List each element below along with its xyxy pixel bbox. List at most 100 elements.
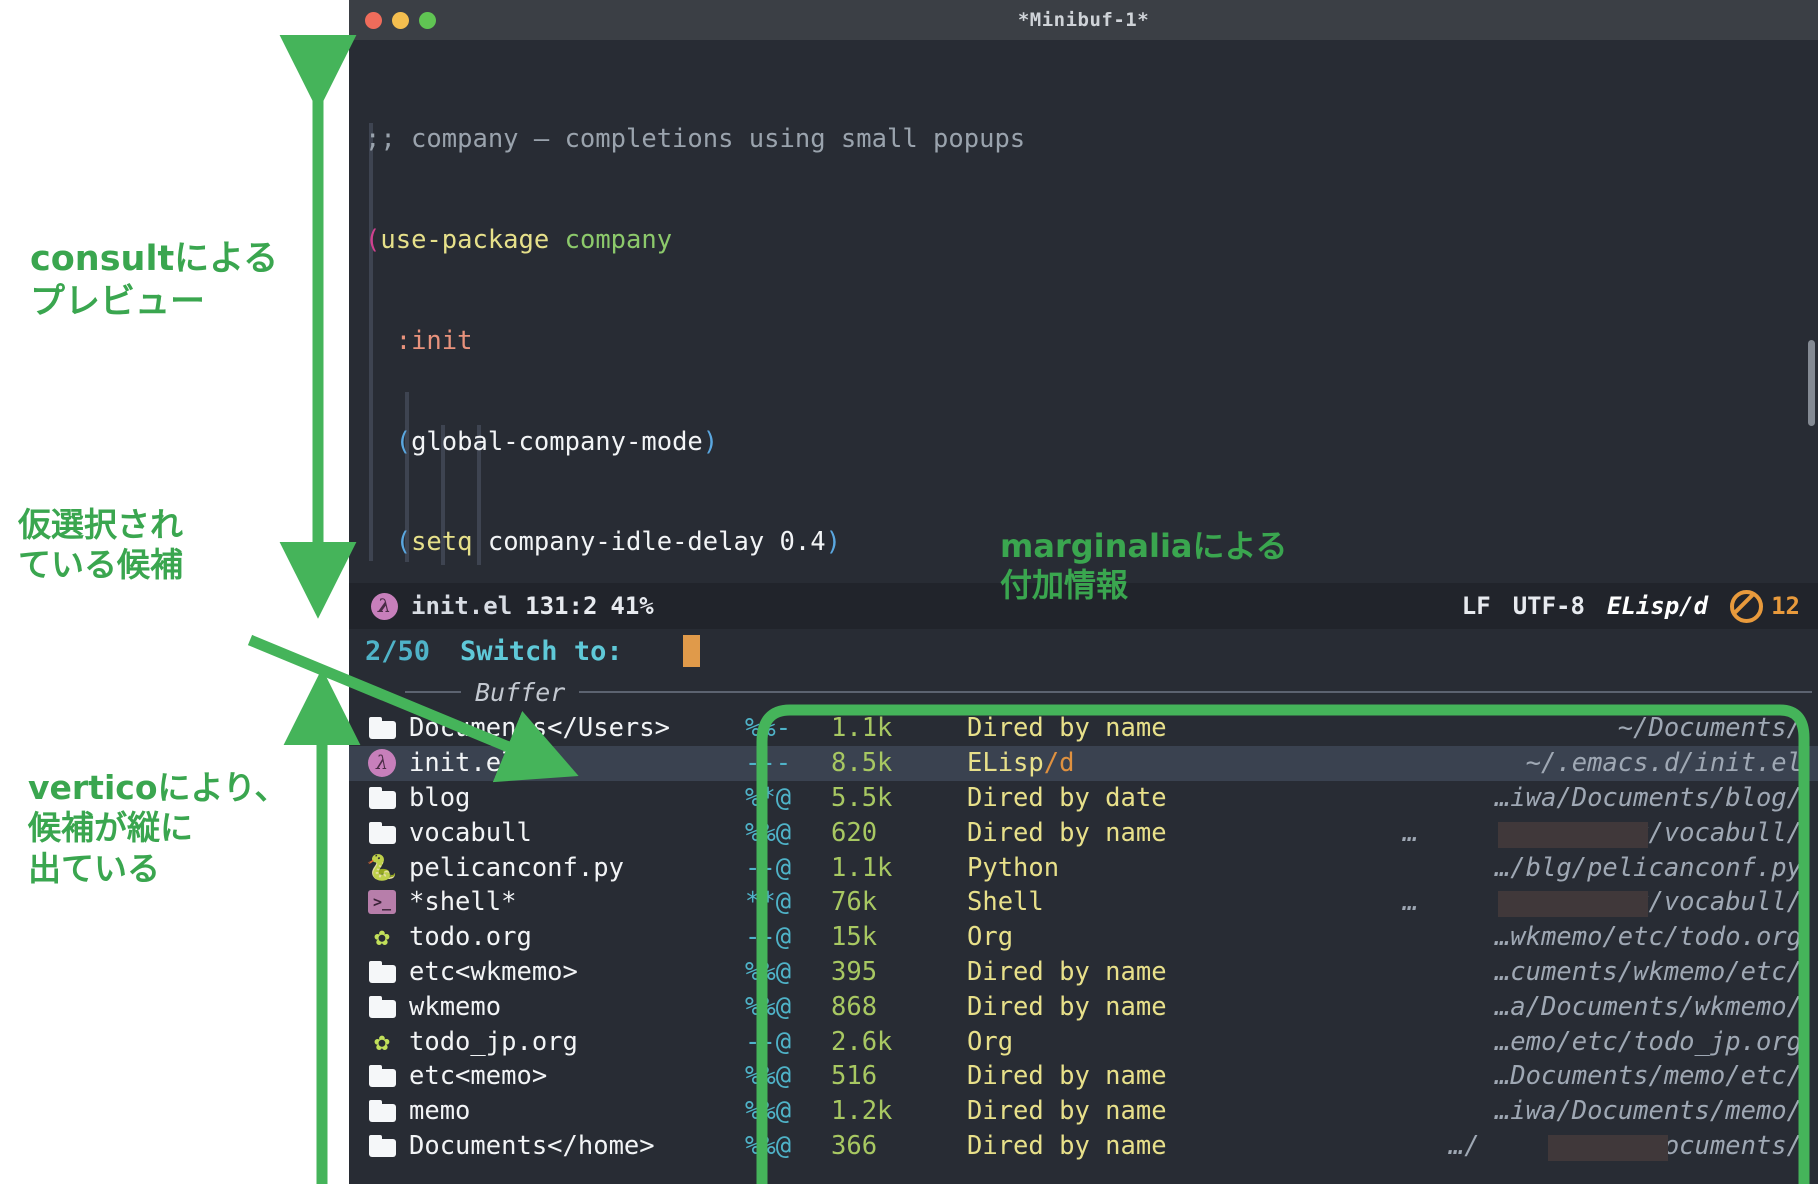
candidate-mode: Shell — [967, 887, 1044, 918]
candidate-name: todo_jp.org — [409, 1026, 578, 1057]
candidate-path: …wkmemo/etc/todo.org — [1494, 922, 1802, 953]
annotation-consult-preview: consultによる プレビュー — [30, 239, 279, 322]
candidate-mode: Org — [967, 1026, 1014, 1057]
group-label: Buffer — [475, 677, 566, 707]
annotation-vertico-vertical: verticoにより、 候補が縦に 出ている — [28, 768, 288, 888]
candidate-path: … /py/vocabull/ — [1402, 817, 1802, 848]
candidate-name: memo — [409, 1096, 471, 1127]
shell-icon: >_ — [368, 890, 396, 915]
candidate-path: ~/Documents/ — [1617, 713, 1802, 744]
candidate-row[interactable]: >_ *shell* **@ 76k Shell … /py/vocabull/ — [349, 885, 1818, 920]
candidate-icon — [365, 1134, 399, 1157]
candidate-path: …iwa/Documents/memo/ — [1494, 1096, 1802, 1127]
modeline-major-mode: ELisp/d — [1606, 592, 1709, 620]
candidate-row[interactable]: Documents</Users> %%- 1.1k Dired by name ~/D… — [349, 711, 1818, 746]
candidate-icon: λ — [365, 749, 399, 778]
redaction-block — [1548, 1134, 1668, 1161]
annotation-tentative-candidate: 仮選択され ている候補 — [18, 505, 183, 585]
candidate-name: etc<wkmemo> — [409, 956, 578, 987]
modeline-eol: LF — [1461, 592, 1491, 620]
candidate-row[interactable]: blog %*@ 5.5k Dired by date …iwa/Documents/b… — [349, 781, 1818, 816]
error-badge[interactable]: 12 — [1730, 589, 1800, 623]
candidate-icon: >_ — [365, 890, 399, 915]
candidate-row[interactable]: λ init.el --- 8.5k ELisp/d ~/.emacs.d/init.el — [349, 745, 1818, 781]
candidate-mode: Dired by name — [967, 713, 1167, 744]
fringe — [349, 40, 365, 583]
minibuffer-prompt-label: Switch to: — [460, 635, 623, 667]
candidate-mode: Python — [967, 852, 1060, 883]
candidate-icon — [365, 960, 399, 983]
candidate-mode: Dired by name — [967, 1130, 1167, 1161]
candidate-name: wkmemo — [409, 991, 502, 1022]
candidate-flags: --@ — [745, 852, 792, 883]
candidate-mode: Dired by name — [967, 1096, 1167, 1127]
candidate-path: … /py/vocabull/ — [1402, 887, 1802, 918]
candidate-mode: ELisp/d — [967, 748, 1075, 779]
folder-icon — [368, 995, 396, 1018]
title-bar: *Minibuf-1* — [349, 0, 1818, 40]
redaction-block — [1498, 821, 1648, 848]
candidate-path: …Documents/memo/etc/ — [1494, 1061, 1802, 1092]
candidate-row[interactable]: memo %%@ 1.2k Dired by name …iwa/Documents/m… — [349, 1094, 1818, 1129]
folder-icon — [368, 786, 396, 809]
folder-icon — [368, 717, 396, 740]
folder-icon — [368, 1100, 396, 1123]
divider-left — [405, 691, 461, 693]
candidate-size: 8.5k — [831, 748, 893, 779]
folder-icon — [368, 821, 396, 844]
candidate-mode: Org — [967, 922, 1014, 953]
annotation-marginalia-info: marginaliaによる 付加情報 — [1000, 527, 1288, 605]
candidate-flags: --@ — [745, 922, 792, 953]
code-line: (use-package company — [365, 224, 673, 255]
candidate-path: …cuments/wkmemo/etc/ — [1494, 956, 1802, 987]
candidate-count: 2/50 — [365, 635, 431, 667]
buffer-scrollbar[interactable] — [1808, 340, 1815, 426]
modeline-buffer-name: init.el — [411, 592, 513, 620]
candidate-row[interactable]: ✿ todo.org --@ 15k Org …wkmemo/etc/todo.org — [349, 920, 1818, 955]
candidate-row[interactable]: ✿ todo_jp.org --@ 2.6k Org …emo/etc/todo_jp.o… — [349, 1024, 1818, 1059]
circle-slash-icon — [1730, 589, 1764, 623]
candidate-name: blog — [409, 782, 471, 813]
window-title: *Minibuf-1* — [1017, 9, 1150, 31]
candidate-list[interactable]: Documents</Users> %%- 1.1k Dired by name ~/D… — [349, 711, 1818, 1163]
candidate-row[interactable]: Documents</home> %%@ 366 Dired by name …/ a/… — [349, 1129, 1818, 1164]
candidate-name: etc<memo> — [409, 1061, 548, 1092]
code-buffer[interactable]: ;; company — completions using small pop… — [349, 40, 1818, 583]
candidate-name: Documents</home> — [409, 1130, 655, 1161]
candidate-row[interactable]: wkmemo %%@ 868 Dired by name …a/Documents/wk… — [349, 989, 1818, 1024]
candidate-size: 5.5k — [831, 782, 893, 813]
elisp-icon: λ — [371, 592, 398, 620]
org-icon: ✿ — [374, 922, 390, 953]
candidate-flags: --- — [745, 748, 792, 779]
candidate-mode: Dired by name — [967, 956, 1167, 987]
minibuffer: 2/50 Switch to: Buffer Documents</Users>… — [349, 629, 1818, 1164]
candidate-icon: 🐍 — [365, 855, 399, 880]
candidate-icon — [365, 1065, 399, 1088]
candidate-row[interactable]: etc<memo> %%@ 516 Dired by name …Documents/m… — [349, 1059, 1818, 1094]
candidate-name: todo.org — [409, 922, 532, 953]
candidate-size: 1.1k — [831, 713, 893, 744]
candidate-icon: ✿ — [365, 1029, 399, 1055]
candidate-mode: Dired by name — [967, 991, 1167, 1022]
candidate-name: init.el — [409, 748, 517, 779]
redaction-block — [1498, 891, 1648, 918]
candidate-path: …/blg/pelicanconf.py — [1494, 852, 1802, 883]
elisp-icon: λ — [368, 749, 396, 778]
divider-right — [579, 691, 1812, 693]
candidate-icon — [365, 786, 399, 809]
modeline-encoding: UTF-8 — [1512, 592, 1585, 620]
candidate-mode: Dired by name — [967, 817, 1167, 848]
candidate-row[interactable]: vocabull %%@ 620 Dired by name … /py/vocabul… — [349, 815, 1818, 850]
candidate-path: …emo/etc/todo_jp.org — [1494, 1026, 1802, 1057]
candidate-flags: %%@ — [745, 956, 792, 987]
candidate-row[interactable]: etc<wkmemo> %%@ 395 Dired by name …cuments/w… — [349, 955, 1818, 990]
candidate-flags: %%@ — [745, 1061, 792, 1092]
candidate-size: 366 — [831, 1130, 878, 1161]
candidate-path: …iwa/Documents/blog/ — [1494, 782, 1802, 813]
code-line: :init — [395, 325, 473, 356]
folder-icon — [368, 1065, 396, 1088]
candidate-row[interactable]: 🐍 pelicanconf.py --@ 1.1k Python …/blg/pelica… — [349, 850, 1818, 885]
candidate-size: 1.1k — [831, 852, 893, 883]
modeline-percent: 41% — [610, 592, 654, 620]
candidate-flags: %%@ — [745, 991, 792, 1022]
